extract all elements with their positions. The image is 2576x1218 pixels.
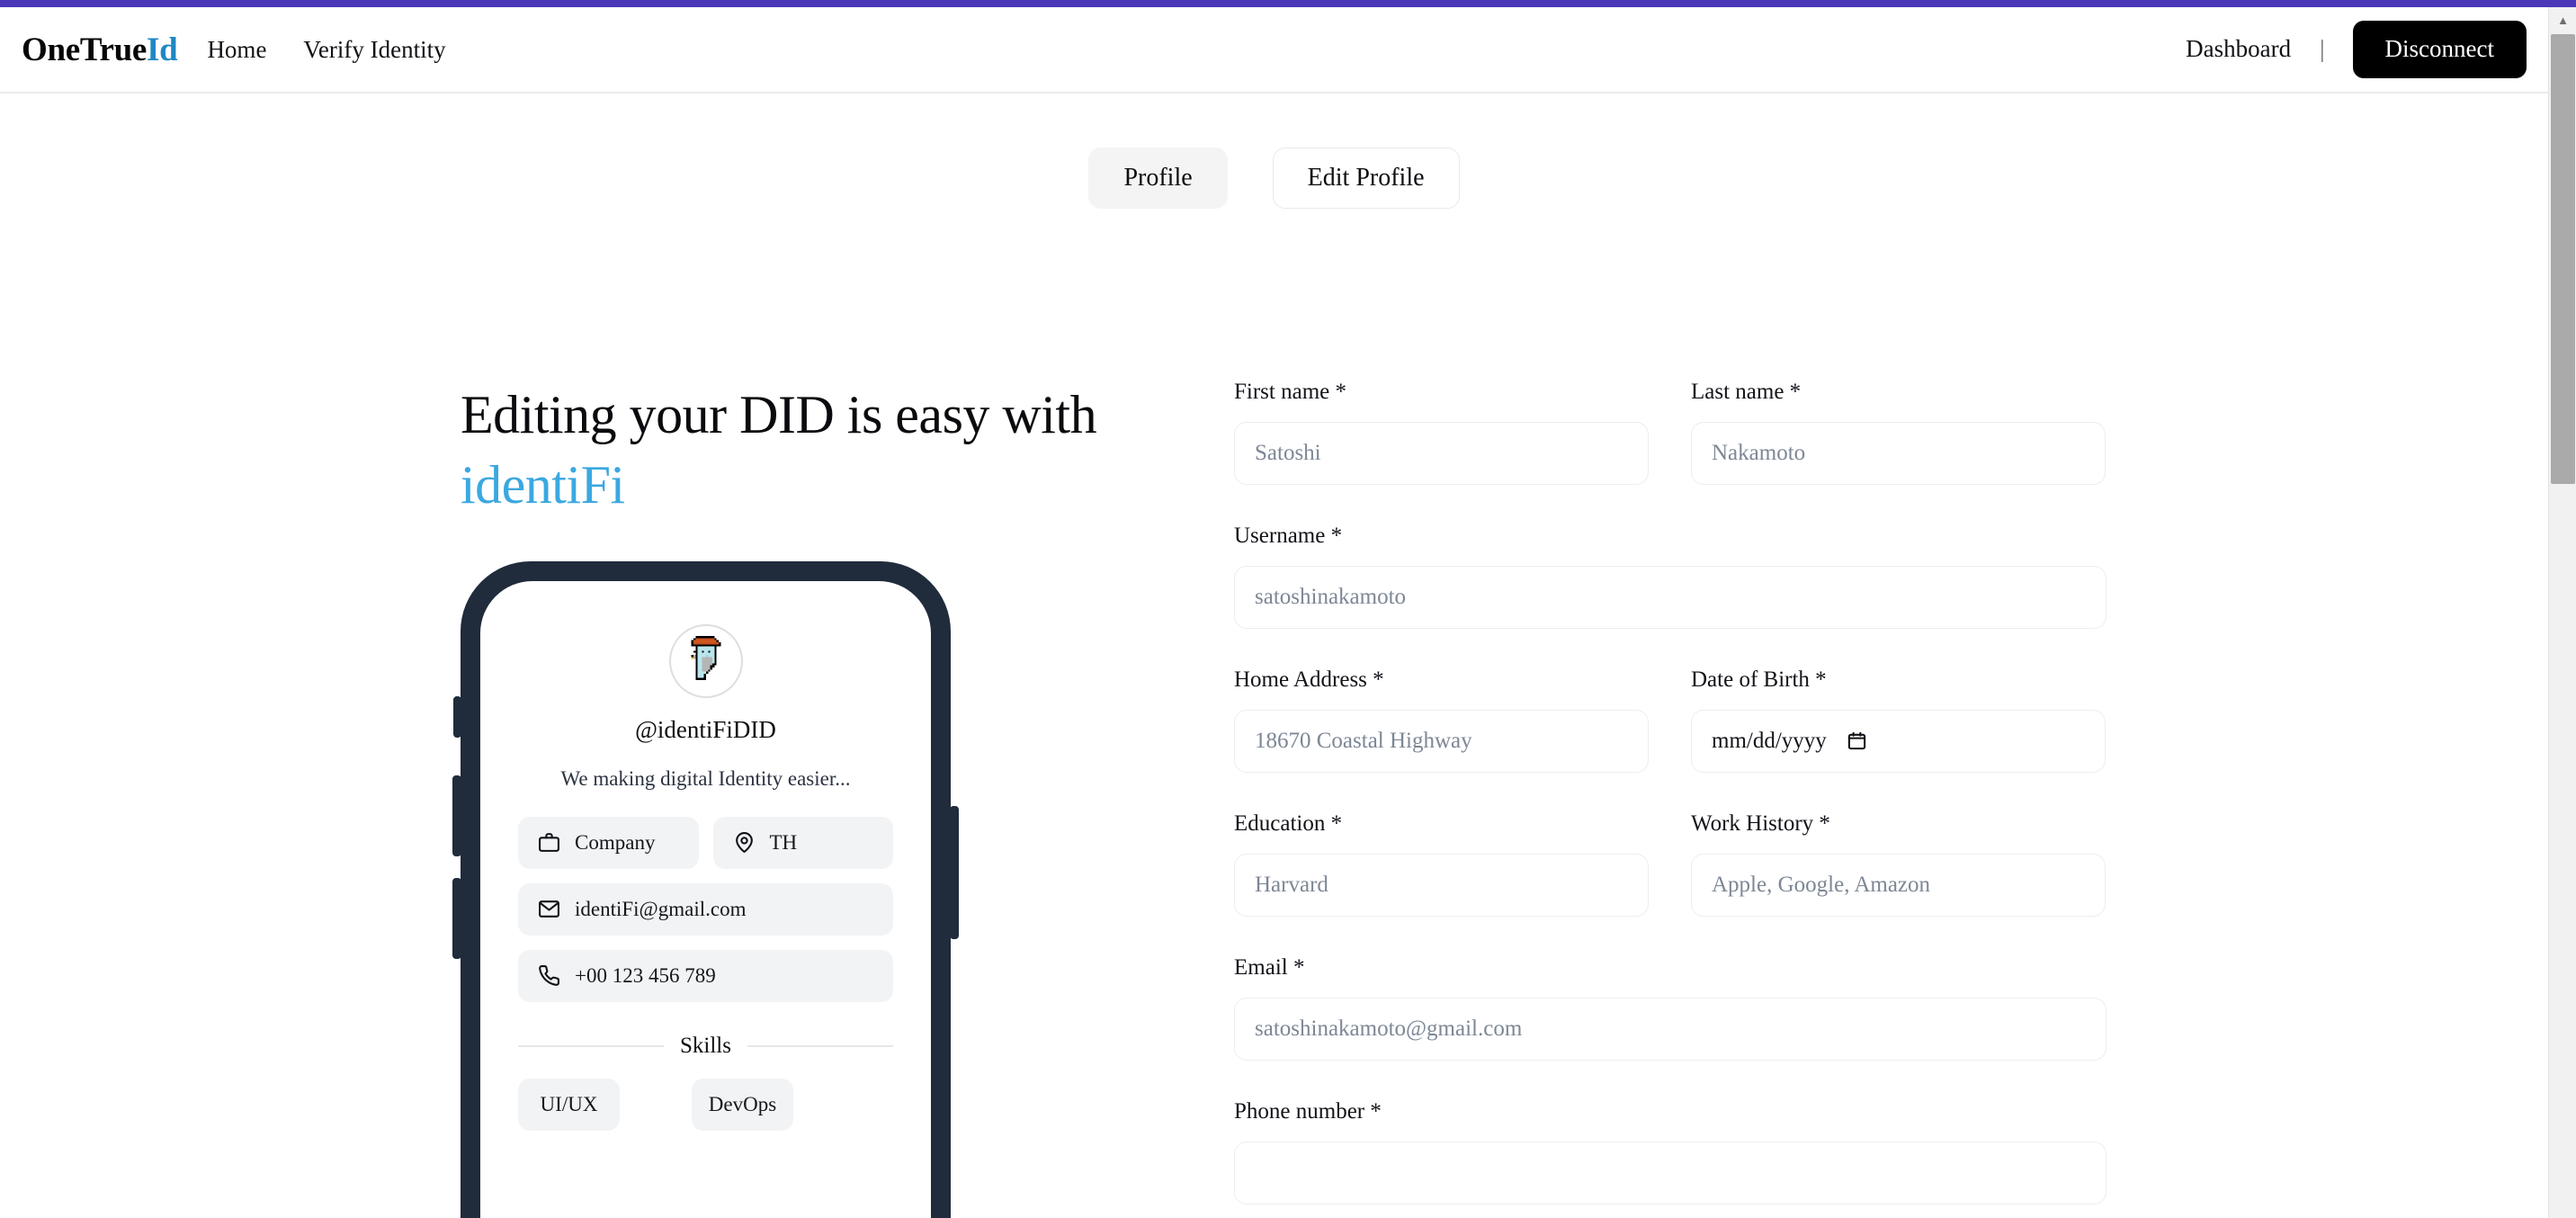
skills-grid: UI/UX DevOps <box>518 1078 893 1131</box>
field-username: Username * <box>1234 524 2106 629</box>
form-row-names: First name * Last name * <box>1234 380 2106 485</box>
date-of-birth-input[interactable]: mm/dd/yyyy <box>1691 709 2106 773</box>
hero-line-1: Editing your DID is easy with <box>461 384 1097 444</box>
email-label: Email * <box>1234 954 1305 980</box>
form-row-email: Email * <box>1234 955 2106 1061</box>
tab-profile[interactable]: Profile <box>1088 148 1228 209</box>
field-first-name: First name * <box>1234 380 1649 485</box>
form-gap-3 <box>1234 773 2106 811</box>
form-gap-5 <box>1234 1061 2106 1099</box>
skills-divider-line-left <box>518 1044 665 1047</box>
form-gap-1 <box>1234 485 2106 524</box>
profile-tab-group: Profile Edit Profile <box>0 148 2548 209</box>
top-accent-strip <box>0 0 2576 7</box>
info-chip-row-1: Company TH <box>518 816 893 869</box>
disconnect-button[interactable]: Disconnect <box>2352 21 2527 78</box>
field-education: Education * <box>1234 811 1649 917</box>
email-input[interactable] <box>1234 997 2106 1061</box>
date-of-birth-value: mm/dd/yyyy <box>1712 728 1827 753</box>
home-address-label: Home Address * <box>1234 667 1384 692</box>
field-date-of-birth: Date of Birth * mm/dd/yyyy <box>1691 667 2106 773</box>
envelope-icon <box>539 900 559 918</box>
education-label: Education * <box>1234 811 1343 836</box>
nav-item-dashboard[interactable]: Dashboard <box>2186 35 2291 63</box>
field-phone-number: Phone number * <box>1234 1099 2106 1205</box>
map-pin-icon <box>735 832 753 854</box>
info-chip-phone[interactable]: +00 123 456 789 <box>518 949 893 1002</box>
form-gap-2 <box>1234 629 2106 667</box>
page-scrollbar[interactable]: ▲ <box>2548 7 2576 1218</box>
phone-mockup: @identiFiDID We making digital Identity … <box>452 560 959 1218</box>
home-address-input[interactable] <box>1234 709 1649 773</box>
skills-divider: Skills <box>518 1033 894 1059</box>
skills-title: Skills <box>680 1033 731 1058</box>
skill-chip-devops[interactable]: DevOps <box>692 1078 793 1131</box>
left-column: Editing your DID is easy with identiFi @… <box>452 380 1234 1218</box>
page-viewport: OneTrueId Home Verify Identity Dashboard… <box>0 7 2548 1218</box>
phone-number-input[interactable] <box>1234 1141 2106 1205</box>
nav-item-verify-identity[interactable]: Verify Identity <box>303 36 445 64</box>
briefcase-icon <box>539 833 559 853</box>
phone-silent-switch <box>453 695 461 738</box>
header-actions: Dashboard | Disconnect <box>2186 21 2548 78</box>
username-label: Username * <box>1234 523 1343 548</box>
info-chip-location-label: TH <box>769 830 798 854</box>
date-of-birth-label: Date of Birth * <box>1691 667 1827 692</box>
phone-volume-down-button <box>452 877 461 959</box>
first-name-label: First name * <box>1234 379 1346 404</box>
info-chip-location[interactable]: TH <box>712 816 893 869</box>
last-name-label: Last name * <box>1691 379 1802 404</box>
phone-power-button <box>950 805 959 939</box>
phone-icon <box>539 965 559 986</box>
scrollbar-up-arrow[interactable]: ▲ <box>2549 7 2576 34</box>
site-header: OneTrueId Home Verify Identity Dashboard… <box>0 7 2548 94</box>
info-chip-email-label: identiFi@gmail.com <box>575 897 747 920</box>
info-chip-company-label: Company <box>575 830 656 854</box>
tab-edit-profile[interactable]: Edit Profile <box>1272 148 1460 209</box>
work-history-input[interactable] <box>1691 853 2106 917</box>
edit-profile-form: First name * Last name * Username * H <box>1234 380 2106 1218</box>
username-input[interactable] <box>1234 565 2106 629</box>
main-content: Editing your DID is easy with identiFi @… <box>0 380 2548 1218</box>
form-row-education-work: Education * Work History * <box>1234 811 2106 917</box>
nav-item-home[interactable]: Home <box>207 36 266 64</box>
form-gap-4 <box>1234 917 2106 955</box>
form-row-username: Username * <box>1234 524 2106 629</box>
header-separator: | <box>2320 35 2325 63</box>
avatar-container <box>518 623 893 698</box>
info-chip-email[interactable]: identiFi@gmail.com <box>518 882 893 936</box>
info-chip-phone-label: +00 123 456 789 <box>575 963 716 987</box>
page-title: Editing your DID is easy with identiFi <box>461 380 1180 520</box>
avatar[interactable] <box>668 623 743 698</box>
skills-divider-line-right <box>747 1044 894 1047</box>
first-name-input[interactable] <box>1234 421 1649 485</box>
last-name-input[interactable] <box>1691 421 2106 485</box>
form-row-phone-number: Phone number * <box>1234 1099 2106 1205</box>
field-email: Email * <box>1234 955 2106 1061</box>
brand-logo[interactable]: OneTrueId <box>22 31 178 69</box>
hero-accent-word: identiFi <box>461 454 625 515</box>
brand-name-dark: OneTrue <box>22 31 148 68</box>
education-input[interactable] <box>1234 853 1649 917</box>
profile-bio: We making digital Identity easier... <box>560 766 851 790</box>
primary-nav: Home Verify Identity <box>207 36 445 64</box>
phone-volume-up-button <box>452 775 461 856</box>
work-history-label: Work History * <box>1691 811 1830 836</box>
phone-screen: @identiFiDID We making digital Identity … <box>480 580 931 1218</box>
brand-name-accent: Id <box>147 31 178 68</box>
field-home-address: Home Address * <box>1234 667 1649 773</box>
calendar-icon <box>1847 731 1865 750</box>
field-work-history: Work History * <box>1691 811 2106 917</box>
scrollbar-thumb[interactable] <box>2551 34 2575 484</box>
field-last-name: Last name * <box>1691 380 2106 485</box>
profile-handle: @identiFiDID <box>635 715 776 743</box>
cryptopunk-avatar-icon <box>691 635 720 680</box>
form-row-address-dob: Home Address * Date of Birth * mm/dd/yyy… <box>1234 667 2106 773</box>
skill-chip-ui-ux[interactable]: UI/UX <box>518 1078 620 1131</box>
phone-number-label: Phone number * <box>1234 1098 1382 1124</box>
info-chip-company[interactable]: Company <box>518 816 699 869</box>
